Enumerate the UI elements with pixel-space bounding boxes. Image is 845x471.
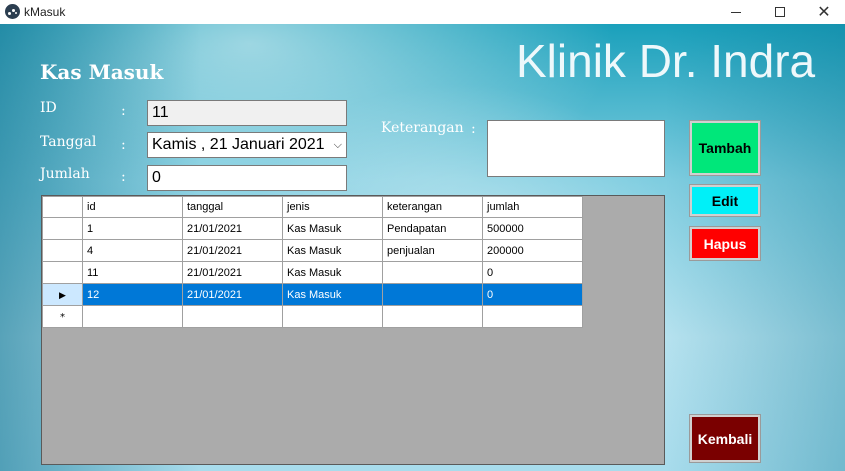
tanggal-date-picker[interactable]: Kamis , 21 Januari 2021 ⌵ <box>147 132 347 158</box>
new-cell-jenis[interactable] <box>282 305 383 328</box>
id-label: ID <box>40 100 57 116</box>
data-table: id tanggal jenis keterangan jumlah 1 21/… <box>42 196 583 328</box>
form-body: Kas Masuk Klinik Dr. Indra ID : 11 Tangg… <box>0 24 845 471</box>
cell-keterangan[interactable] <box>382 283 483 306</box>
new-row[interactable]: * <box>42 305 583 328</box>
cell-keterangan[interactable]: penjualan <box>382 239 483 262</box>
cell-tanggal[interactable]: 21/01/2021 <box>182 261 283 284</box>
edit-button[interactable]: Edit <box>689 184 761 217</box>
row-header-corner[interactable] <box>42 196 83 218</box>
column-header-jenis[interactable]: jenis <box>282 196 383 218</box>
table-row[interactable]: 11 21/01/2021 Kas Masuk 0 <box>42 261 583 284</box>
id-field[interactable]: 11 <box>147 100 347 126</box>
column-header-keterangan[interactable]: keterangan <box>382 196 483 218</box>
cell-id[interactable]: 12 <box>82 283 183 306</box>
data-grid[interactable]: id tanggal jenis keterangan jumlah 1 21/… <box>41 195 665 465</box>
title-bar: kMasuk ✕ <box>0 0 845 24</box>
cell-keterangan[interactable]: Pendapatan <box>382 217 483 240</box>
cell-jenis[interactable]: Kas Masuk <box>282 239 383 262</box>
row-header[interactable] <box>42 217 83 240</box>
clinic-brand-title: Klinik Dr. Indra <box>516 35 816 87</box>
close-icon: ✕ <box>817 2 831 21</box>
table-row[interactable]: 4 21/01/2021 Kas Masuk penjualan 200000 <box>42 239 583 262</box>
minimize-icon <box>731 11 741 13</box>
current-row-arrow-icon: ▶ <box>59 290 66 301</box>
cell-id[interactable]: 11 <box>82 261 183 284</box>
row-header[interactable]: ▶ <box>42 283 83 306</box>
tambah-button[interactable]: Tambah <box>689 120 761 176</box>
tanggal-value: Kamis , 21 Januari 2021 <box>152 136 325 153</box>
column-header-tanggal[interactable]: tanggal <box>182 196 283 218</box>
kembali-button[interactable]: Kembali <box>689 414 761 463</box>
keterangan-colon: : <box>471 121 476 137</box>
cell-id[interactable]: 4 <box>82 239 183 262</box>
row-header[interactable]: * <box>42 305 83 328</box>
column-header-jumlah[interactable]: jumlah <box>482 196 583 218</box>
chevron-down-icon[interactable]: ⌵ <box>334 138 342 152</box>
jumlah-colon: : <box>121 169 126 185</box>
cell-tanggal[interactable]: 21/01/2021 <box>182 239 283 262</box>
new-cell-jumlah[interactable] <box>482 305 583 328</box>
new-row-star-icon: * <box>60 311 65 323</box>
cell-tanggal[interactable]: 21/01/2021 <box>182 217 283 240</box>
cell-jenis[interactable]: Kas Masuk <box>282 283 383 306</box>
cell-keterangan[interactable] <box>382 261 483 284</box>
id-colon: : <box>121 103 126 119</box>
jumlah-label: Jumlah <box>40 166 90 182</box>
new-cell-tanggal[interactable] <box>182 305 283 328</box>
keterangan-label: Keterangan <box>381 120 464 136</box>
row-header[interactable] <box>42 261 83 284</box>
window-title: kMasuk <box>24 5 66 19</box>
jumlah-field[interactable]: 0 <box>147 165 347 191</box>
cell-jenis[interactable]: Kas Masuk <box>282 261 383 284</box>
cell-id[interactable]: 1 <box>82 217 183 240</box>
new-cell-keterangan[interactable] <box>382 305 483 328</box>
cell-jumlah[interactable]: 0 <box>482 283 583 306</box>
tanggal-label: Tanggal <box>40 134 97 150</box>
column-header-id[interactable]: id <box>82 196 183 218</box>
cell-tanggal[interactable]: 21/01/2021 <box>182 283 283 306</box>
maximize-icon <box>775 7 785 17</box>
cell-jumlah[interactable]: 0 <box>482 261 583 284</box>
keterangan-textarea[interactable] <box>487 120 665 177</box>
maximize-button[interactable] <box>757 0 803 24</box>
tanggal-colon: : <box>121 137 126 153</box>
cell-jenis[interactable]: Kas Masuk <box>282 217 383 240</box>
table-row[interactable]: 1 21/01/2021 Kas Masuk Pendapatan 500000 <box>42 217 583 240</box>
minimize-button[interactable] <box>713 0 759 24</box>
close-button[interactable]: ✕ <box>801 0 845 24</box>
cell-jumlah[interactable]: 500000 <box>482 217 583 240</box>
form-heading: Kas Masuk <box>40 60 164 84</box>
app-logo-icon <box>5 4 20 19</box>
cell-jumlah[interactable]: 200000 <box>482 239 583 262</box>
row-header[interactable] <box>42 239 83 262</box>
new-cell-id[interactable] <box>82 305 183 328</box>
table-row-selected[interactable]: ▶ 12 21/01/2021 Kas Masuk 0 <box>42 283 583 306</box>
header-row: id tanggal jenis keterangan jumlah <box>42 196 583 218</box>
hapus-button[interactable]: Hapus <box>689 226 761 261</box>
